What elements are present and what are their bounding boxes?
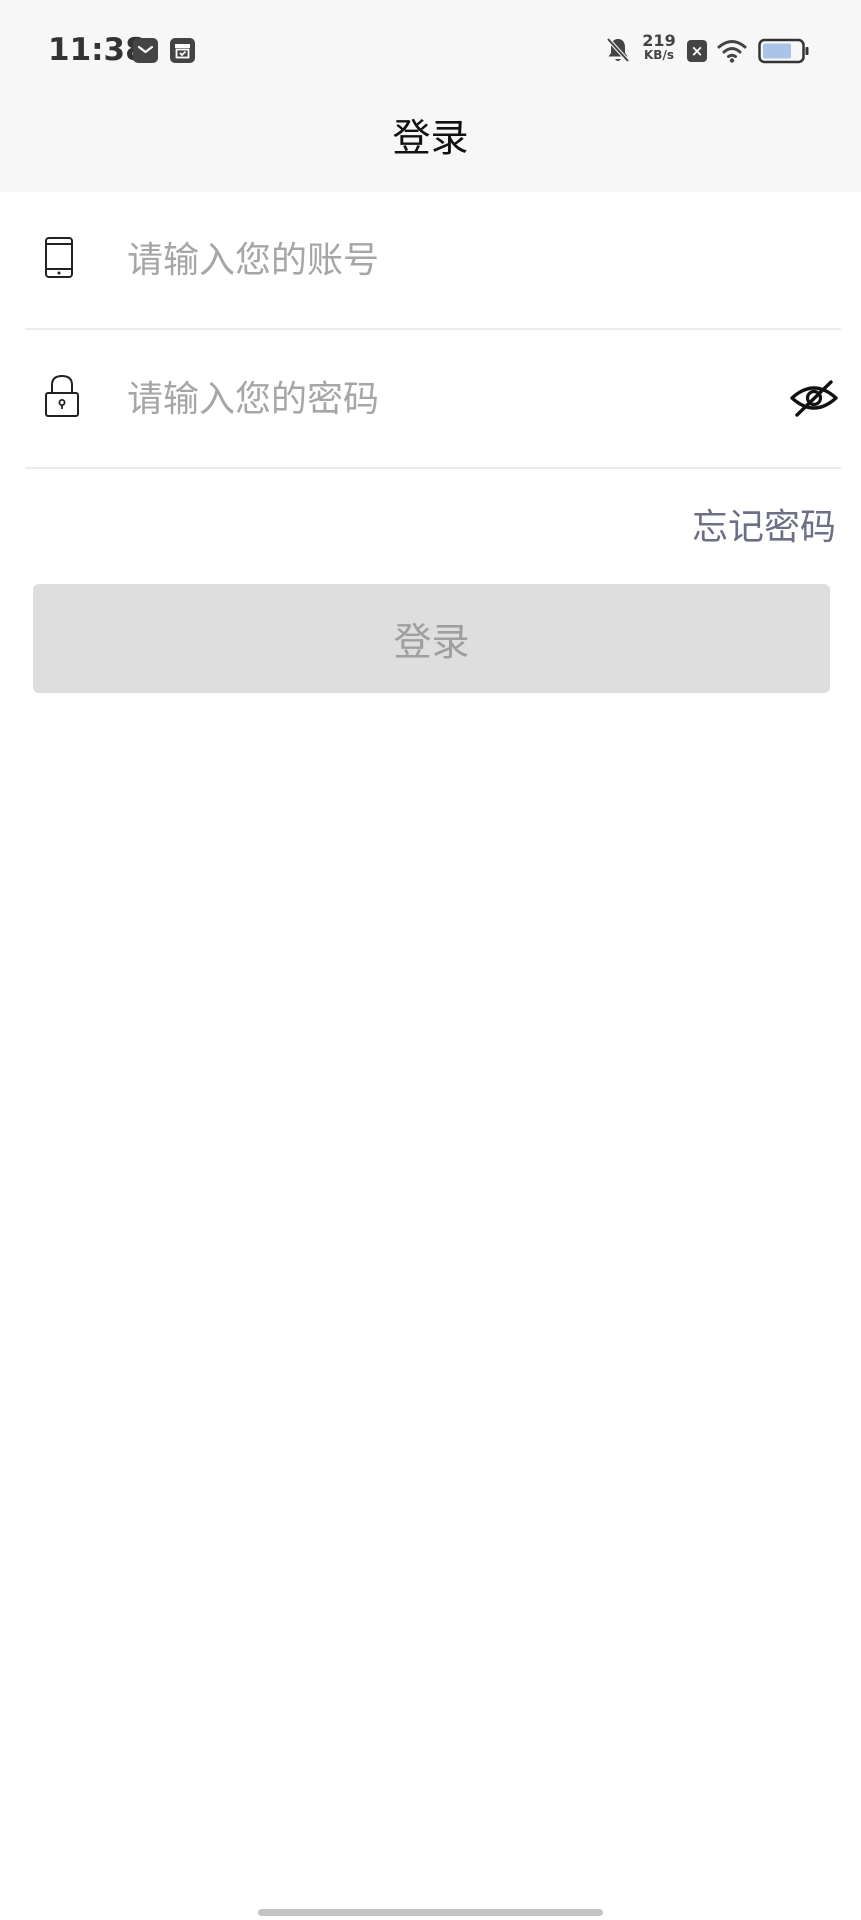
network-speed-value: 219: [642, 31, 676, 50]
login-button[interactable]: 登录: [33, 584, 830, 693]
status-time: 11:38: [48, 32, 147, 68]
forgot-password-link[interactable]: 忘记密码: [692, 503, 836, 553]
bell-mute-icon: [605, 36, 631, 68]
wifi-icon: [717, 38, 747, 68]
account-field-row: [25, 192, 841, 330]
app-header: 11:38 219 KB/s × 登录: [0, 0, 861, 192]
password-field-row: [25, 331, 841, 469]
page-title: 登录: [392, 116, 469, 160]
lock-icon: [43, 373, 81, 423]
status-bar: 11:38 219 KB/s ×: [0, 0, 861, 100]
home-indicator[interactable]: [258, 1909, 603, 1916]
mail-notification-icon: [133, 38, 158, 63]
network-speed-unit: KB/s: [644, 48, 674, 62]
password-input[interactable]: [127, 371, 727, 427]
account-input[interactable]: [127, 232, 727, 288]
battery-icon: [758, 38, 810, 68]
eye-off-icon[interactable]: [787, 375, 841, 421]
calendar-notification-icon: [170, 38, 195, 63]
phone-icon: [43, 236, 77, 284]
sim-no-service-icon: ×: [687, 40, 707, 62]
network-speed: 219 KB/s: [640, 33, 678, 63]
